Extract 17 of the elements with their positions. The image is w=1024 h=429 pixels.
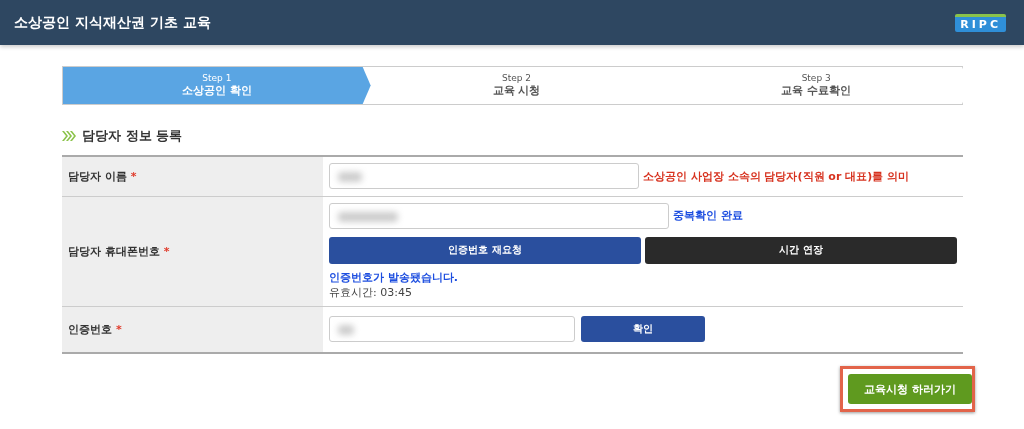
action-button[interactable]: 인증번호 재요청 bbox=[329, 236, 641, 264]
field-label: 담당자 이름 * bbox=[68, 169, 137, 183]
field-note: 소상공인 사업장 소속의 담당자(직원 or 대표)를 의미 bbox=[643, 168, 909, 184]
code-field[interactable] bbox=[329, 316, 575, 343]
field-label: 담당자 휴대폰번호 * bbox=[68, 244, 170, 258]
action-button[interactable]: 확인 bbox=[581, 316, 705, 343]
timer-text: 유효시간: 03:45 bbox=[329, 284, 413, 300]
name-field[interactable] bbox=[329, 163, 639, 190]
phone-field[interactable] bbox=[329, 202, 669, 229]
logo: RIPC bbox=[955, 13, 1006, 32]
action-button[interactable]: 시간 연장 bbox=[645, 236, 957, 264]
section-title: 담당자 정보 등록 bbox=[82, 127, 183, 145]
page-title: 소상공인 지식재산권 기초 교육 bbox=[14, 13, 211, 32]
sent-message: 인증번호가 발송됐습니다. bbox=[329, 269, 459, 285]
chevrons-icon bbox=[62, 131, 76, 141]
status-text: 중복확인 완료 bbox=[673, 208, 743, 223]
field-label: 인증번호 * bbox=[68, 322, 122, 336]
